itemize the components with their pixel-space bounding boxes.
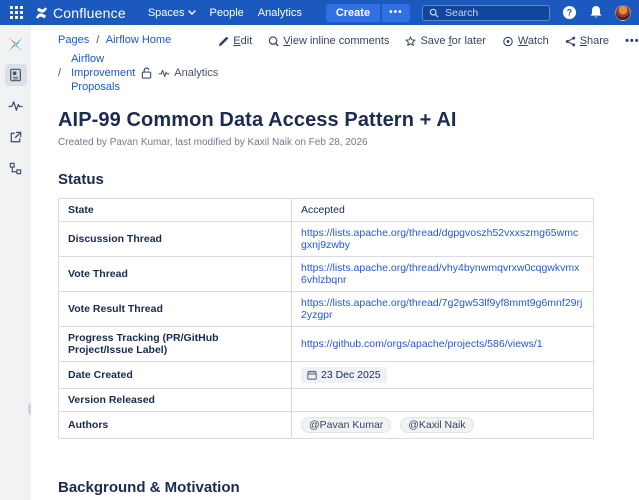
vote-result-thread-link[interactable]: https://lists.apache.org/thread/7g2gw53l… [301,297,582,321]
pencil-icon [218,36,229,47]
create-more-button[interactable]: ••• [382,4,410,22]
view-inline-comments-button[interactable]: View inline comments [268,35,389,47]
star-icon [405,36,416,47]
save-for-later-button[interactable]: Save for later [405,35,485,47]
table-row: Date Created 23 Dec 2025 [59,362,594,389]
page-tree-icon[interactable] [5,157,27,179]
vote-thread-link[interactable]: https://lists.apache.org/thread/vhy4bynw… [301,262,579,286]
table-row: State Accepted [59,199,594,222]
table-row: Discussion Thread https://lists.apache.o… [59,222,594,257]
page-actions: Edit View inline comments Save for later… [218,35,639,47]
background-heading: Background & Motivation [58,479,621,496]
inline-comments-icon [268,36,279,47]
breadcrumb: Pages / Airflow Home / Airflow Improveme… [58,33,218,94]
table-row: Vote Result Thread https://lists.apache.… [59,292,594,327]
state-value: Accepted [292,199,594,222]
top-navbar: Confluence Spaces People Analytics Creat… [0,0,639,25]
analytics-pulse-icon [158,69,170,78]
create-button[interactable]: Create [326,4,380,22]
table-row: Vote Thread https://lists.apache.org/thr… [59,257,594,292]
version-released-value [292,389,594,412]
status-heading: Status [58,171,621,188]
notifications-bell-icon[interactable] [589,5,603,20]
status-table: State Accepted Discussion Thread https:/… [58,198,594,439]
author-mention[interactable]: @Pavan Kumar [301,417,391,433]
more-actions-button[interactable]: ••• [625,35,639,47]
share-button[interactable]: Share [565,35,609,47]
confluence-home-link[interactable]: Confluence [35,5,126,21]
chevron-down-icon [188,10,196,15]
author-mention[interactable]: @Kaxil Naik [400,417,473,433]
search-box[interactable] [422,5,550,21]
left-sidebar [0,25,31,500]
watch-eye-icon [502,36,514,47]
svg-text:?: ? [567,8,572,18]
nav-analytics[interactable]: Analytics [258,7,302,19]
page-content: Pages / Airflow Home / Airflow Improveme… [31,25,639,500]
discussion-thread-link[interactable]: https://lists.apache.org/thread/dgpgvosz… [301,227,578,251]
edit-button[interactable]: Edit [218,35,252,47]
byline: Created by Pavan Kumar, last modified by… [58,137,621,148]
table-row: Authors @Pavan Kumar @Kaxil Naik [59,412,594,439]
share-icon [565,36,576,47]
nav-spaces[interactable]: Spaces [148,7,196,19]
search-input[interactable] [445,7,543,19]
app-switcher-icon[interactable] [8,4,25,21]
page-title: AIP-99 Common Data Access Pattern + AI [58,109,621,132]
breadcrumb-current[interactable]: Airflow Improvement Proposals [71,52,135,94]
progress-tracking-link[interactable]: https://github.com/orgs/apache/projects/… [301,338,543,350]
page-analytics-link[interactable]: Analytics [158,66,218,80]
help-icon[interactable]: ? [562,5,577,20]
user-avatar[interactable] [615,5,631,21]
nav-people[interactable]: People [210,7,244,19]
breadcrumb-airflow-home[interactable]: Airflow Home [106,34,171,46]
watch-button[interactable]: Watch [502,35,549,47]
search-icon [429,8,439,18]
table-row: Version Released [59,389,594,412]
external-link-icon[interactable] [5,126,27,148]
unlock-icon[interactable] [141,67,152,79]
product-name: Confluence [53,5,126,21]
analytics-pulse-icon[interactable] [5,95,27,117]
airflow-logo-icon[interactable] [5,33,27,55]
date-chip[interactable]: 23 Dec 2025 [301,367,387,383]
table-row: Progress Tracking (PR/GitHub Project/Iss… [59,327,594,362]
calendar-icon [307,370,317,380]
breadcrumb-pages[interactable]: Pages [58,34,89,46]
page-icon[interactable] [5,64,27,86]
confluence-logo-icon [35,7,48,19]
